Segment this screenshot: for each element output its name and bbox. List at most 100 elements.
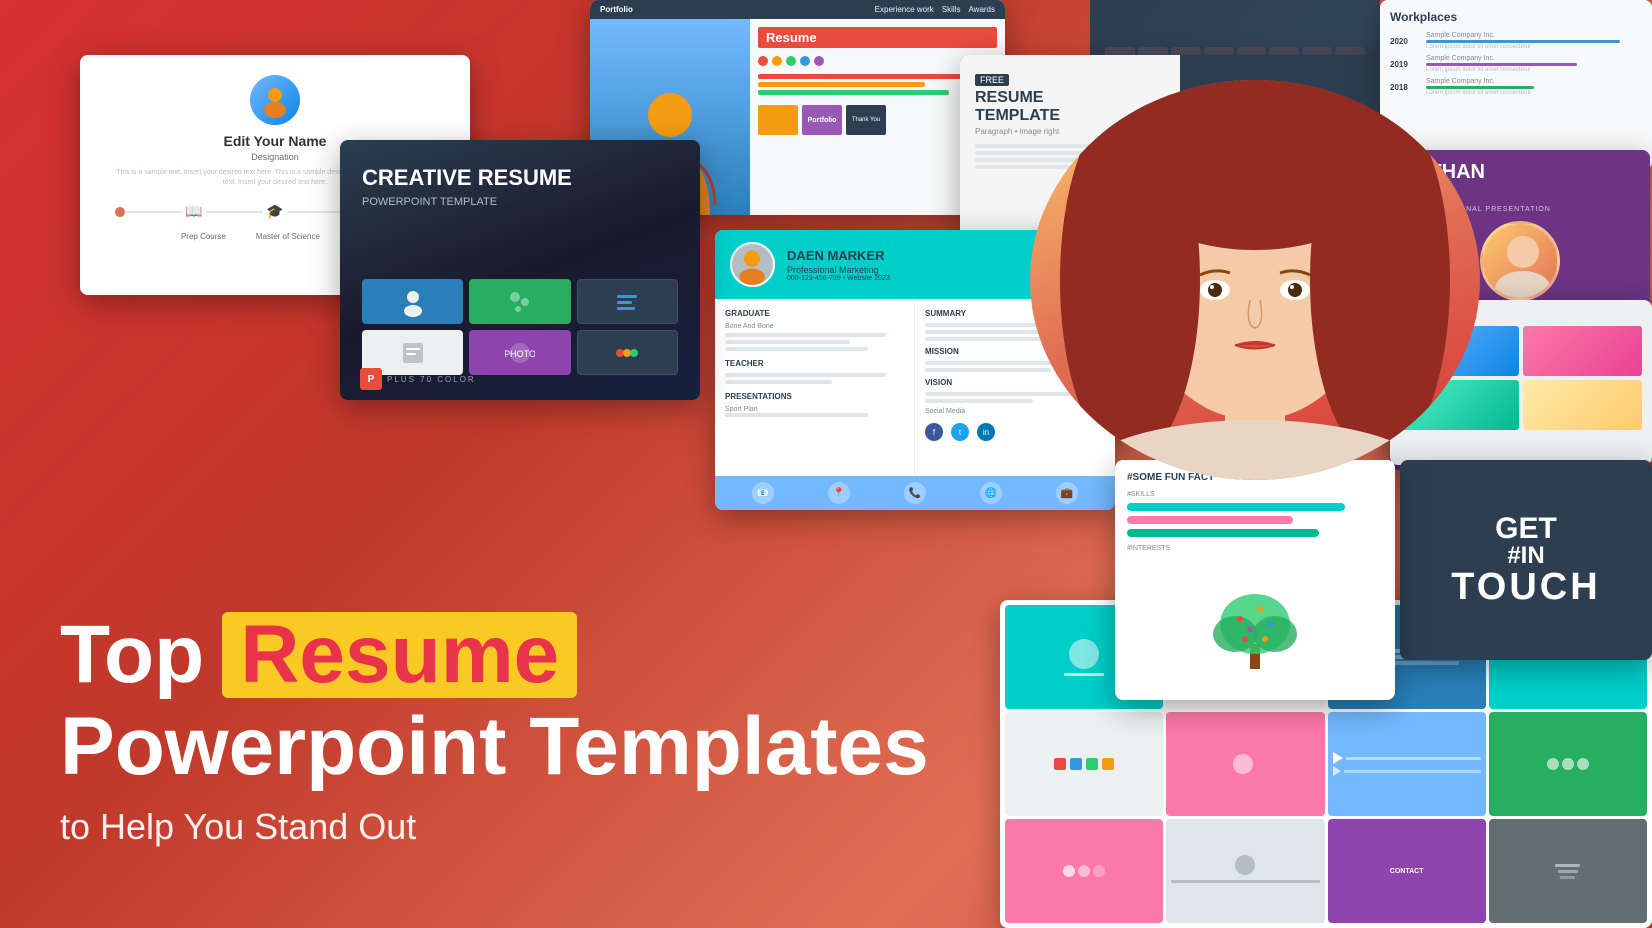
body-line [725, 380, 832, 384]
body-line [725, 333, 886, 337]
resume-contact: 000-123-456-789 • Website 2023 [787, 275, 890, 282]
social-dot-1 [1547, 758, 1559, 770]
workplace-bar-3 [1426, 86, 1534, 89]
headline-line2: Powerpoint Templates [60, 706, 929, 788]
workplace-detail-3: Sample Company Inc. Lorem ipsum dolor si… [1426, 78, 1642, 96]
social-dot-3 [1577, 758, 1589, 770]
grad-detail: Bone And Bone [725, 323, 904, 330]
fun-bar-2 [1127, 516, 1293, 524]
dot-purple [814, 56, 824, 66]
body-line [725, 347, 868, 351]
slide-6-content [1228, 749, 1262, 779]
slide-8-content [1542, 753, 1594, 775]
headline-top-prefix: Top [60, 614, 204, 696]
company-desc-1: Lorem ipsum dolor sit amet consectetur [1426, 44, 1642, 50]
portfolio-header: Portfolio Experience work Skills Awards [590, 0, 1005, 19]
facebook-icon: f [925, 423, 943, 441]
workplaces-title: Workplaces [1390, 10, 1642, 24]
get-in-touch-text: GET #IN TOUCH [1451, 514, 1600, 606]
color-swatches [1010, 758, 1158, 770]
book-icon: 📖 [182, 200, 206, 224]
arrow-icon [1333, 752, 1343, 764]
grid-slide-7 [1328, 712, 1486, 816]
slide-line [1558, 870, 1578, 873]
resume-person-role: Professional Marketing [787, 265, 890, 275]
resume-person-name: DAEN MARKER [787, 248, 890, 263]
workplace-list: 2020 Sample Company Inc. Lorem ipsum dol… [1390, 32, 1642, 96]
card-person-name: Edit Your Name [224, 133, 327, 149]
workplace-bar-2 [1426, 63, 1577, 66]
slide-line [1344, 770, 1481, 773]
card-get-in-touch[interactable]: GET #IN TOUCH [1400, 460, 1652, 660]
grid-slide-11: CONTACT [1328, 819, 1486, 923]
grid-cell-2 [469, 279, 570, 324]
slide-7-content [1328, 747, 1486, 781]
ppt-plus-color: PLUS 70 COLOR [387, 375, 476, 384]
graduate-section: GRADUATE [725, 309, 904, 318]
slide-avatar-1 [1069, 639, 1099, 669]
timeline-line-3 [287, 211, 344, 213]
label-masters: Master of Science [256, 232, 320, 241]
project-img-4 [1523, 380, 1642, 430]
get-label: GET [1451, 514, 1600, 544]
presentations-section: Presentations [725, 392, 904, 401]
company-name-3: Sample Company Inc. [1426, 78, 1642, 85]
grid-cell-5: PHOTO [469, 330, 570, 375]
footer-icon-5: 💼 [1056, 482, 1078, 504]
slide-line [1064, 673, 1104, 676]
twitter-icon: t [951, 423, 969, 441]
company-desc-3: Lorem ipsum dolor sit amet consectetur [1426, 90, 1642, 96]
card-creative-resume[interactable]: CREATIVE RESUME POWERPOINT TEMPLATE [340, 140, 700, 400]
touch-label: TOUCH [1451, 568, 1600, 606]
bar-3 [758, 90, 949, 95]
grid-slide-10 [1166, 819, 1324, 923]
swatch [1054, 758, 1066, 770]
headline-sub: to Help You Stand Out [60, 806, 929, 848]
circle-marker [1235, 855, 1255, 875]
workplace-row-3: 2018 Sample Company Inc. Lorem ipsum dol… [1390, 78, 1642, 96]
dot-orange [772, 56, 782, 66]
headline-line1: Top Resume [60, 612, 929, 698]
free-badge: FREE [975, 74, 1009, 86]
icon-circle-1 [1063, 865, 1075, 877]
social-icons: f t in [925, 423, 1105, 441]
resume-avatar [730, 242, 775, 287]
timeline-dot-1 [115, 207, 125, 217]
grid-slide-5 [1005, 712, 1163, 816]
graduation-icon: 🎓 [263, 200, 287, 224]
swatch [1086, 758, 1098, 770]
workplace-row-1: 2020 Sample Company Inc. Lorem ipsum dol… [1390, 32, 1642, 50]
grid-slide-12 [1489, 819, 1647, 923]
footer-icon-4: 🌐 [980, 482, 1002, 504]
template-grid: PHOTO [362, 279, 678, 375]
slide-icon [1233, 754, 1253, 774]
slide-5-content [1005, 753, 1163, 775]
fun-fact-bars [1127, 503, 1383, 537]
resume-badge: Resume [758, 27, 997, 48]
slide-line [1171, 880, 1319, 883]
sport-detail: Sport Plan [725, 406, 904, 413]
arrow-row [1333, 752, 1481, 764]
slide-11-text: CONTACT [1386, 864, 1428, 879]
footer-icon-1: 📧 [752, 482, 774, 504]
teacher-section: Teacher [725, 359, 904, 368]
body-line [925, 399, 1033, 403]
dot-red [758, 56, 768, 66]
resume-footer: 📧 📍 📞 🌐 💼 [715, 476, 1115, 510]
headline-highlight: Resume [222, 612, 577, 698]
ppt-icon: P [360, 368, 382, 390]
label-prep: Prep Course [181, 232, 226, 241]
arrow-icon [1333, 766, 1341, 776]
swatch [1102, 758, 1114, 770]
resume-left-col: GRADUATE Bone And Bone Teacher Presentat… [715, 299, 915, 476]
fun-bar-1 [1127, 503, 1345, 511]
year-1: 2020 [1390, 37, 1420, 46]
body-line [725, 340, 850, 344]
headline-area: Top Resume Powerpoint Templates to Help … [60, 612, 929, 848]
card-fun-fact[interactable]: #SOME FUN FACT #SKILLS #INTERESTS [1115, 460, 1395, 700]
portfolio-header-label: Portfolio [600, 5, 633, 14]
workplace-detail-1: Sample Company Inc. Lorem ipsum dolor si… [1426, 32, 1642, 50]
slide-12-content [1550, 859, 1585, 884]
swatch [1070, 758, 1082, 770]
slide-10-content [1166, 850, 1324, 893]
